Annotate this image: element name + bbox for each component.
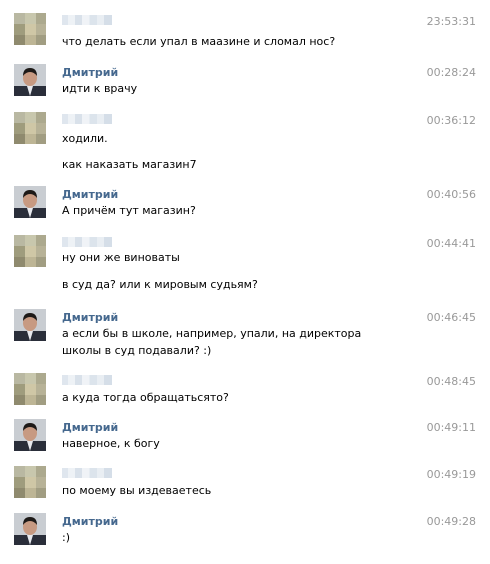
sender-name[interactable]: Дмитрий <box>62 311 118 324</box>
sender-name-blurred[interactable] <box>62 468 112 478</box>
message-time: 00:46:45 <box>426 311 476 324</box>
message-text: что делать если упал в маазине и сломал … <box>62 35 336 48</box>
pixelated-avatar-icon <box>14 112 46 144</box>
user-photo-icon <box>14 64 46 96</box>
user-photo-icon <box>14 186 46 218</box>
avatar-pixelated[interactable] <box>14 13 46 45</box>
message-time: 00:48:45 <box>426 375 476 388</box>
chat-log: 23:53:31 что делать если упал в маазине … <box>0 0 490 564</box>
message-text: а если бы в школе, например, упали, на д… <box>62 327 362 357</box>
message-text: ну они же виноваты <box>62 251 180 264</box>
avatar-dmitriy[interactable] <box>14 419 46 451</box>
pixelated-avatar-icon <box>14 13 46 45</box>
pixelated-avatar-icon <box>14 235 46 267</box>
sender-name-blurred[interactable] <box>62 15 112 25</box>
message-text: :) <box>62 531 70 544</box>
message-time: 00:36:12 <box>426 114 476 127</box>
message-time: 00:49:28 <box>426 515 476 528</box>
user-photo-icon <box>14 309 46 341</box>
avatar-dmitriy[interactable] <box>14 309 46 341</box>
sender-name-blurred[interactable] <box>62 237 112 247</box>
message-text: как наказать магазин7 <box>62 158 197 171</box>
sender-name[interactable]: Дмитрий <box>62 515 118 528</box>
message-time: 00:40:56 <box>426 188 476 201</box>
message-text: наверное, к богу <box>62 437 160 450</box>
avatar-pixelated[interactable] <box>14 112 46 144</box>
avatar-pixelated[interactable] <box>14 466 46 498</box>
sender-name-blurred[interactable] <box>62 375 112 385</box>
user-photo-icon <box>14 513 46 545</box>
message-text: идти к врачу <box>62 82 138 95</box>
pixelated-avatar-icon <box>14 466 46 498</box>
user-photo-icon <box>14 419 46 451</box>
avatar-dmitriy[interactable] <box>14 64 46 96</box>
message-time: 00:49:19 <box>426 468 476 481</box>
message-text: а куда тогда обращатьсято? <box>62 391 229 404</box>
sender-name[interactable]: Дмитрий <box>62 66 118 79</box>
sender-name[interactable]: Дмитрий <box>62 188 118 201</box>
message-text: в суд да? или к мировым судьям? <box>62 278 258 291</box>
message-time: 00:44:41 <box>426 237 476 250</box>
message-text: ходили. <box>62 132 108 145</box>
avatar-pixelated[interactable] <box>14 235 46 267</box>
message-text: по моему вы издеваетесь <box>62 484 212 497</box>
message-time: 23:53:31 <box>426 15 476 28</box>
message-time: 00:28:24 <box>426 66 476 79</box>
message-time: 00:49:11 <box>426 421 476 434</box>
avatar-pixelated[interactable] <box>14 373 46 405</box>
avatar-dmitriy[interactable] <box>14 186 46 218</box>
sender-name[interactable]: Дмитрий <box>62 421 118 434</box>
avatar-dmitriy[interactable] <box>14 513 46 545</box>
sender-name-blurred[interactable] <box>62 114 112 124</box>
message-text: А причём тут магазин? <box>62 204 196 217</box>
pixelated-avatar-icon <box>14 373 46 405</box>
